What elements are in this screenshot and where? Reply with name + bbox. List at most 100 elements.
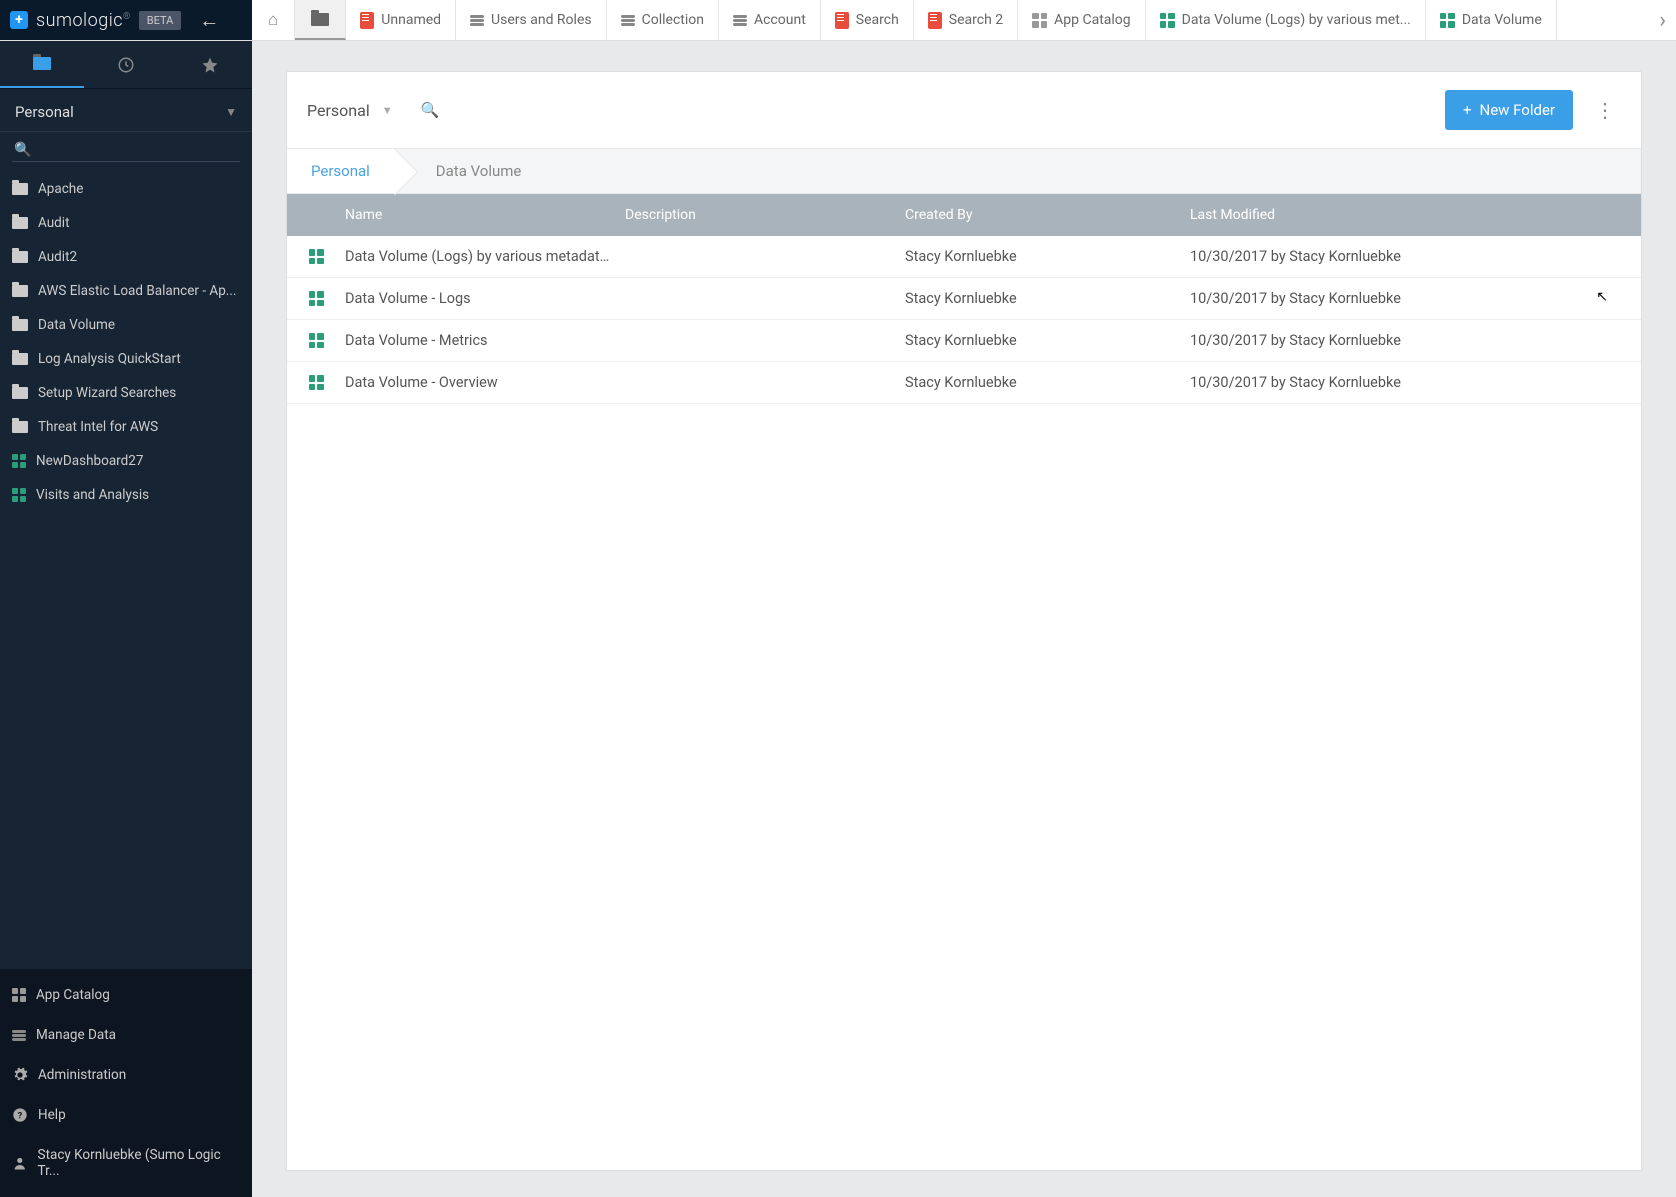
tab-account[interactable]: Account — [719, 0, 821, 40]
gear-icon — [12, 1067, 28, 1083]
sidebar: Personal ▼ 🔍 Apache Audit Audit2 AWS Elasti… — [0, 41, 252, 1197]
sidebar-bottom-stacy-kornluebke-sumo-logic-tr[interactable]: Stacy Kornluebke (Sumo Logic Tr... — [0, 1135, 252, 1191]
col-created-by[interactable]: Created By — [905, 207, 1190, 223]
sidebar-item-label: Audit2 — [38, 249, 77, 265]
folder-icon — [12, 183, 28, 195]
new-folder-label: New Folder — [1480, 101, 1555, 119]
apps-icon — [1032, 13, 1047, 28]
tab-users-and-roles[interactable]: Users and Roles — [456, 0, 607, 40]
logo-text: sumologic® — [36, 10, 131, 31]
tab-search-2[interactable]: Search 2 — [914, 0, 1018, 40]
col-description[interactable]: Description — [625, 207, 905, 223]
sidebar-item-newdashboard27[interactable]: NewDashboard27 — [0, 444, 252, 478]
dashboard-icon — [309, 249, 324, 264]
search-doc-icon — [835, 12, 849, 29]
row-last-modified: 10/30/2017 by Stacy Kornluebke — [1190, 374, 1641, 391]
search-icon[interactable]: 🔍 — [421, 101, 440, 119]
svg-text:?: ? — [18, 1110, 23, 1121]
tab-label: Account — [754, 12, 806, 28]
row-last-modified: 10/30/2017 by Stacy Kornluebke — [1190, 248, 1641, 265]
sidebar-bottom-help[interactable]: ?Help — [0, 1095, 252, 1135]
sidebar-bottom-label: App Catalog — [36, 987, 110, 1003]
back-arrow-icon[interactable]: ← — [189, 8, 229, 33]
tab-data-volume-logs-by-various-met[interactable]: Data Volume (Logs) by various met... — [1146, 0, 1426, 40]
sidebar-tabs — [0, 41, 252, 89]
sidebar-tab-recent[interactable] — [84, 41, 168, 88]
folder-selector-label: Personal — [307, 101, 370, 120]
tab-label: Search — [856, 12, 899, 28]
row-name: Data Volume (Logs) by various metadata f… — [345, 248, 625, 265]
col-last-modified[interactable]: Last Modified — [1190, 207, 1641, 223]
search-doc-icon — [360, 12, 374, 29]
sidebar-item-audit[interactable]: Audit — [0, 206, 252, 240]
tab-collection[interactable]: Collection — [607, 0, 719, 40]
table-body: Data Volume (Logs) by various metadata f… — [287, 236, 1641, 404]
sidebar-tab-favorites[interactable] — [168, 41, 252, 88]
sidebar-item-data-volume[interactable]: Data Volume — [0, 308, 252, 342]
sidebar-item-aws-elastic-load-balancer-ap[interactable]: AWS Elastic Load Balancer - Ap... — [0, 274, 252, 308]
database-icon — [12, 1030, 26, 1041]
sidebar-item-label: NewDashboard27 — [36, 453, 143, 469]
sidebar-search: 🔍 — [0, 132, 252, 168]
chevron-down-icon: ▼ — [382, 104, 393, 117]
sidebar-item-log-analysis-quickstart[interactable]: Log Analysis QuickStart — [0, 342, 252, 376]
dashboard-icon — [309, 291, 324, 306]
search-doc-icon — [928, 12, 942, 29]
row-name: Data Volume - Overview — [345, 374, 625, 391]
plus-icon: + — [1463, 101, 1472, 119]
col-name[interactable]: Name — [345, 207, 625, 223]
folder-icon — [12, 319, 28, 331]
sidebar-item-apache[interactable]: Apache — [0, 172, 252, 206]
sidebar-section-label: Personal — [15, 103, 74, 121]
tab-data-volume[interactable]: Data Volume — [1426, 0, 1557, 40]
tab-library[interactable] — [295, 0, 346, 40]
row-created-by: Stacy Kornluebke — [905, 332, 1190, 349]
user-icon — [12, 1155, 28, 1171]
panel-header: Personal ▼ 🔍 + New Folder ⋮ — [287, 72, 1641, 148]
tab-search[interactable]: Search — [821, 0, 914, 40]
tab-home[interactable]: ⌂ — [252, 0, 295, 40]
table-row[interactable]: Data Volume - OverviewStacy Kornluebke10… — [287, 362, 1641, 404]
home-icon: ⌂ — [268, 10, 278, 30]
help-icon: ? — [12, 1107, 28, 1123]
sidebar-item-label: Visits and Analysis — [36, 487, 149, 503]
table-row[interactable]: Data Volume (Logs) by various metadata f… — [287, 236, 1641, 278]
new-folder-button[interactable]: + New Folder — [1445, 90, 1573, 130]
table-row[interactable]: Data Volume - MetricsStacy Kornluebke10/… — [287, 320, 1641, 362]
sidebar-bottom-manage-data[interactable]: Manage Data — [0, 1015, 252, 1055]
main: Personal ▼ 🔍 + New Folder ⋮ Personal Dat… — [252, 41, 1676, 1197]
breadcrumb-item-root[interactable]: Personal — [287, 149, 394, 193]
sidebar-item-setup-wizard-searches[interactable]: Setup Wizard Searches — [0, 376, 252, 410]
row-created-by: Stacy Kornluebke — [905, 290, 1190, 307]
more-menu-button[interactable]: ⋮ — [1589, 98, 1621, 122]
sidebar-bottom-label: Stacy Kornluebke (Sumo Logic Tr... — [38, 1147, 240, 1179]
sidebar-item-audit2[interactable]: Audit2 — [0, 240, 252, 274]
database-icon — [733, 15, 747, 26]
sidebar-section-header[interactable]: Personal ▼ — [0, 89, 252, 132]
tab-unnamed[interactable]: Unnamed — [346, 0, 456, 40]
table-row[interactable]: Data Volume - LogsStacy Kornluebke10/30/… — [287, 278, 1641, 320]
sidebar-item-label: Log Analysis QuickStart — [38, 351, 181, 367]
tab-app-catalog[interactable]: App Catalog — [1018, 0, 1146, 40]
sidebar-item-label: Data Volume — [38, 317, 115, 333]
sidebar-item-label: Audit — [38, 215, 70, 231]
sidebar-item-label: Apache — [38, 181, 83, 197]
sidebar-bottom-app-catalog[interactable]: App Catalog — [0, 975, 252, 1015]
folder-icon — [12, 387, 28, 399]
table-header: Name Description Created By Last Modifie… — [287, 194, 1641, 236]
folder-icon — [12, 251, 28, 263]
row-last-modified: 10/30/2017 by Stacy Kornluebke — [1190, 332, 1641, 349]
sidebar-bottom-administration[interactable]: Administration — [0, 1055, 252, 1095]
row-last-modified: 10/30/2017 by Stacy Kornluebke — [1190, 290, 1641, 307]
star-icon — [201, 56, 219, 74]
sidebar-search-input[interactable] — [12, 138, 240, 162]
sidebar-item-visits-and-analysis[interactable]: Visits and Analysis — [0, 478, 252, 512]
sidebar-item-threat-intel-for-aws[interactable]: Threat Intel for AWS — [0, 410, 252, 444]
sidebar-tab-library[interactable] — [0, 41, 84, 88]
sidebar-item-label: AWS Elastic Load Balancer - Ap... — [38, 283, 236, 299]
tab-label: Data Volume (Logs) by various met... — [1182, 12, 1411, 28]
folder-selector[interactable]: Personal ▼ — [307, 101, 393, 120]
chevron-down-icon: ▼ — [225, 105, 237, 119]
tabs-scroll-right[interactable]: › — [1649, 0, 1676, 40]
folder-icon — [12, 217, 28, 229]
